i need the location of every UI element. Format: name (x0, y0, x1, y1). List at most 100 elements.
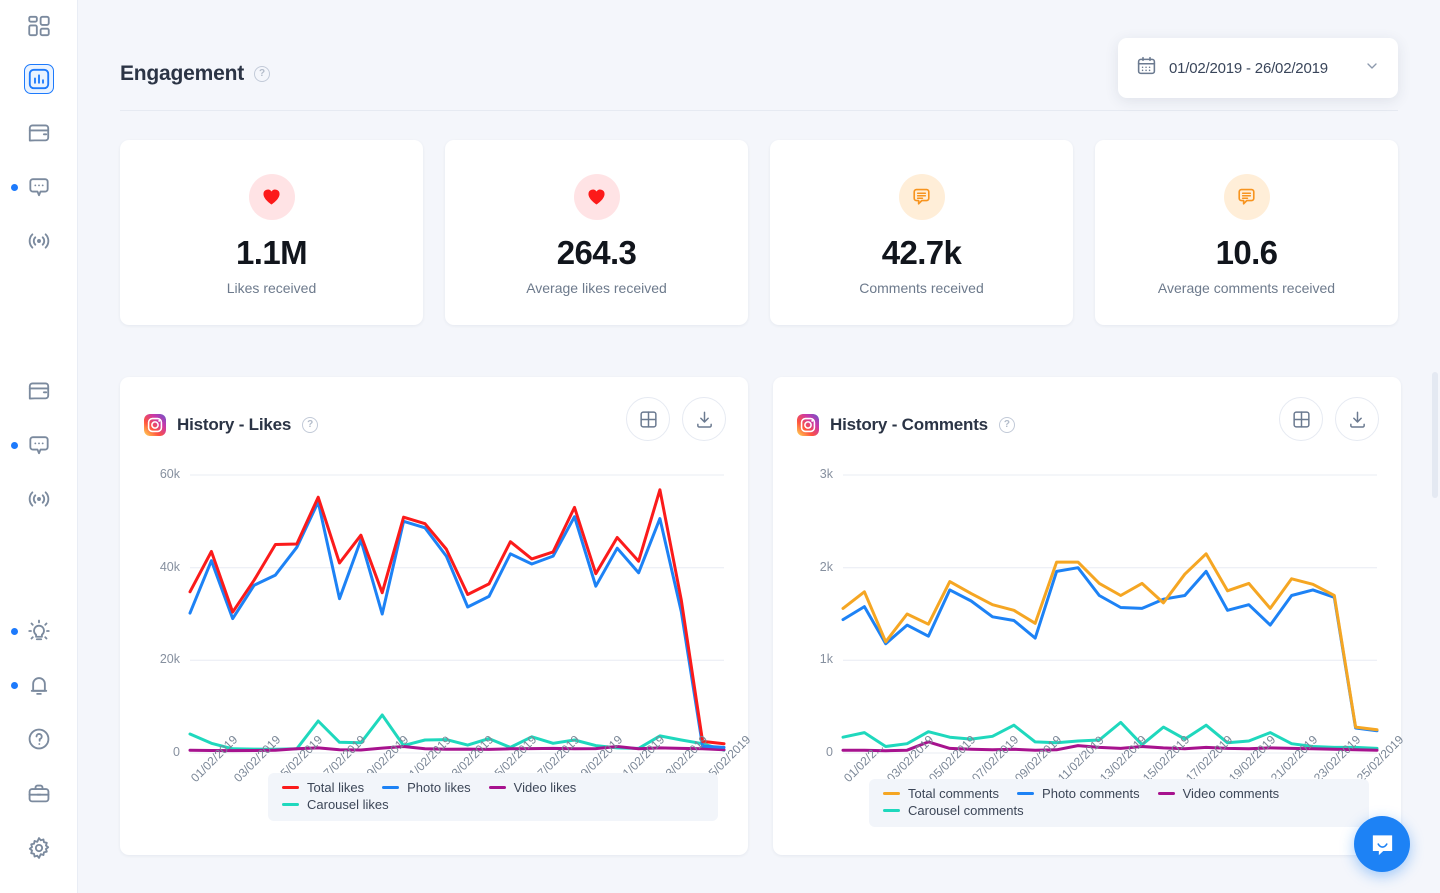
legend-label: Photo comments (1042, 786, 1140, 801)
chart-title: History - Comments (830, 415, 988, 434)
legend-item[interactable]: Photo likes (382, 780, 471, 795)
active-indicator (24, 64, 54, 94)
broadcast-icon (26, 486, 52, 512)
sidebar-item-dashboard[interactable] (0, 4, 78, 48)
lightbulb-icon (26, 618, 52, 644)
stat-value: 42.7k (881, 233, 962, 271)
sidebar-item-listen-2[interactable] (0, 477, 78, 521)
unread-dot (11, 441, 18, 449)
chart-plot: 0 1k 2k 3k 01/02/2... 03/02/2019 05/02/2019 07… (797, 465, 1406, 785)
sidebar-item-engage-2[interactable] (0, 423, 78, 467)
stat-label: Comments received (859, 279, 984, 296)
legend-label: Total likes (307, 780, 365, 795)
legend-swatch (1157, 792, 1175, 795)
stat-card: 10.6 Average comments received (1095, 140, 1398, 325)
question-icon[interactable]: ? (998, 417, 1015, 433)
legend-label: Video likes (513, 780, 577, 795)
sidebar-item-briefcase[interactable] (0, 772, 78, 816)
question-icon (26, 726, 52, 752)
chat-bubble-icon (898, 173, 945, 220)
y-axis-tick: 3k (819, 467, 833, 481)
legend-item[interactable]: Total likes (282, 780, 364, 795)
y-axis-tick: 2k (819, 559, 833, 574)
chart-actions (1279, 397, 1379, 441)
sidebar-item-analytics[interactable] (0, 57, 78, 101)
bell-icon (26, 672, 52, 698)
grid-icon (26, 13, 52, 39)
legend-item[interactable]: Carousel likes (282, 797, 389, 812)
table-view-icon[interactable] (626, 397, 670, 441)
download-icon[interactable] (682, 397, 726, 441)
stat-value: 1.1M (236, 233, 308, 271)
heart-icon (573, 173, 620, 220)
sidebar-item-publish-2[interactable] (0, 369, 78, 413)
sidebar-item-publish[interactable] (0, 111, 78, 155)
main-content: Engagement ? 1.1M Likes received 264.3 A… (78, 0, 1440, 893)
y-axis-tick: 40k (159, 559, 180, 574)
chart-card-row: History - Likes ? 0 20k 40k 60k 01/02/2019 0… (120, 377, 1406, 855)
instagram-icon (144, 414, 166, 436)
legend-item[interactable]: Total comments (883, 786, 999, 801)
legend-item[interactable]: Video comments (1157, 786, 1280, 801)
stat-card: 42.7k Comments received (770, 140, 1073, 325)
y-axis-tick: 1k (819, 652, 833, 667)
page-scrollbar[interactable] (1429, 0, 1440, 893)
chart-card: History - Likes ? 0 20k 40k 60k 01/02/2019 0… (120, 377, 753, 855)
legend-swatch (488, 786, 506, 789)
chat-bubble-icon (26, 432, 52, 458)
chat-launcher-icon[interactable] (1354, 816, 1410, 872)
chevron-down-icon[interactable] (1364, 58, 1380, 79)
chat-bubble-icon (1223, 173, 1270, 220)
y-axis-tick: 0 (826, 745, 833, 759)
table-view-icon[interactable] (1279, 397, 1323, 441)
chart-plot: 0 20k 40k 60k 01/02/2019 03/02/2019 05/02/201… (144, 465, 753, 785)
page-title: Engagement (120, 62, 245, 85)
y-axis-tick: 20k (159, 652, 180, 667)
calendar-icon (26, 120, 52, 146)
stat-label: Average comments received (1157, 279, 1336, 296)
stat-value: 264.3 (556, 233, 637, 271)
question-icon[interactable]: ? (254, 66, 271, 82)
legend-label: Photo likes (407, 780, 471, 795)
app-root: Engagement ? 1.1M Likes received 264.3 A… (0, 0, 1440, 893)
y-axis-tick: 60k (159, 467, 180, 481)
legend-label: Video comments (1182, 786, 1280, 801)
stat-card-row: 1.1M Likes received 264.3 Average likes … (120, 140, 1398, 325)
y-axis-tick: 0 (173, 745, 180, 759)
sidebar-item-engage[interactable] (0, 165, 78, 209)
chart-legend: Total comments Photo comments Video comm… (869, 779, 1369, 827)
legend-item[interactable]: Carousel comments (883, 803, 1024, 818)
instagram-icon (797, 414, 819, 436)
broadcast-icon (26, 228, 52, 254)
legend-label: Total comments (908, 786, 1000, 801)
question-icon[interactable]: ? (302, 417, 319, 433)
chart-card: History - Comments ? 0 1k 2k 3k 01/02/2... 0… (773, 377, 1406, 855)
sidebar-item-insights[interactable] (0, 609, 78, 653)
date-range-value: 01/02/2019 - 26/02/2019 (1169, 59, 1328, 77)
sidebar-item-notifications[interactable] (0, 663, 78, 707)
engagement-page: Engagement ? 1.1M Likes received 264.3 A… (78, 0, 1440, 855)
sidebar-item-listen[interactable] (0, 219, 78, 263)
scrollbar-thumb[interactable] (1432, 372, 1438, 498)
stat-value: 10.6 (1215, 233, 1278, 271)
date-range-picker[interactable]: 01/02/2019 - 26/02/2019 (1118, 38, 1398, 98)
legend-swatch (382, 786, 400, 789)
calendar-icon (1136, 55, 1157, 81)
legend-item[interactable]: Photo comments (1017, 786, 1140, 801)
sidebar-item-help[interactable] (0, 717, 78, 761)
left-sidebar (0, 0, 78, 893)
chart-title: History - Likes (177, 415, 292, 434)
legend-swatch (282, 786, 299, 789)
legend-label: Carousel comments (908, 803, 1024, 818)
briefcase-icon (26, 781, 52, 807)
legend-item[interactable]: Video likes (488, 780, 577, 795)
gear-icon (26, 835, 52, 861)
stat-card: 1.1M Likes received (120, 140, 423, 325)
legend-swatch (883, 792, 900, 795)
sidebar-item-settings[interactable] (0, 826, 78, 870)
stat-label: Average likes received (526, 279, 667, 296)
download-icon[interactable] (1335, 397, 1379, 441)
legend-swatch (1017, 792, 1035, 795)
chart-legend: Total likes Photo likes Video likes Caro… (268, 773, 718, 821)
unread-dot (11, 681, 18, 689)
